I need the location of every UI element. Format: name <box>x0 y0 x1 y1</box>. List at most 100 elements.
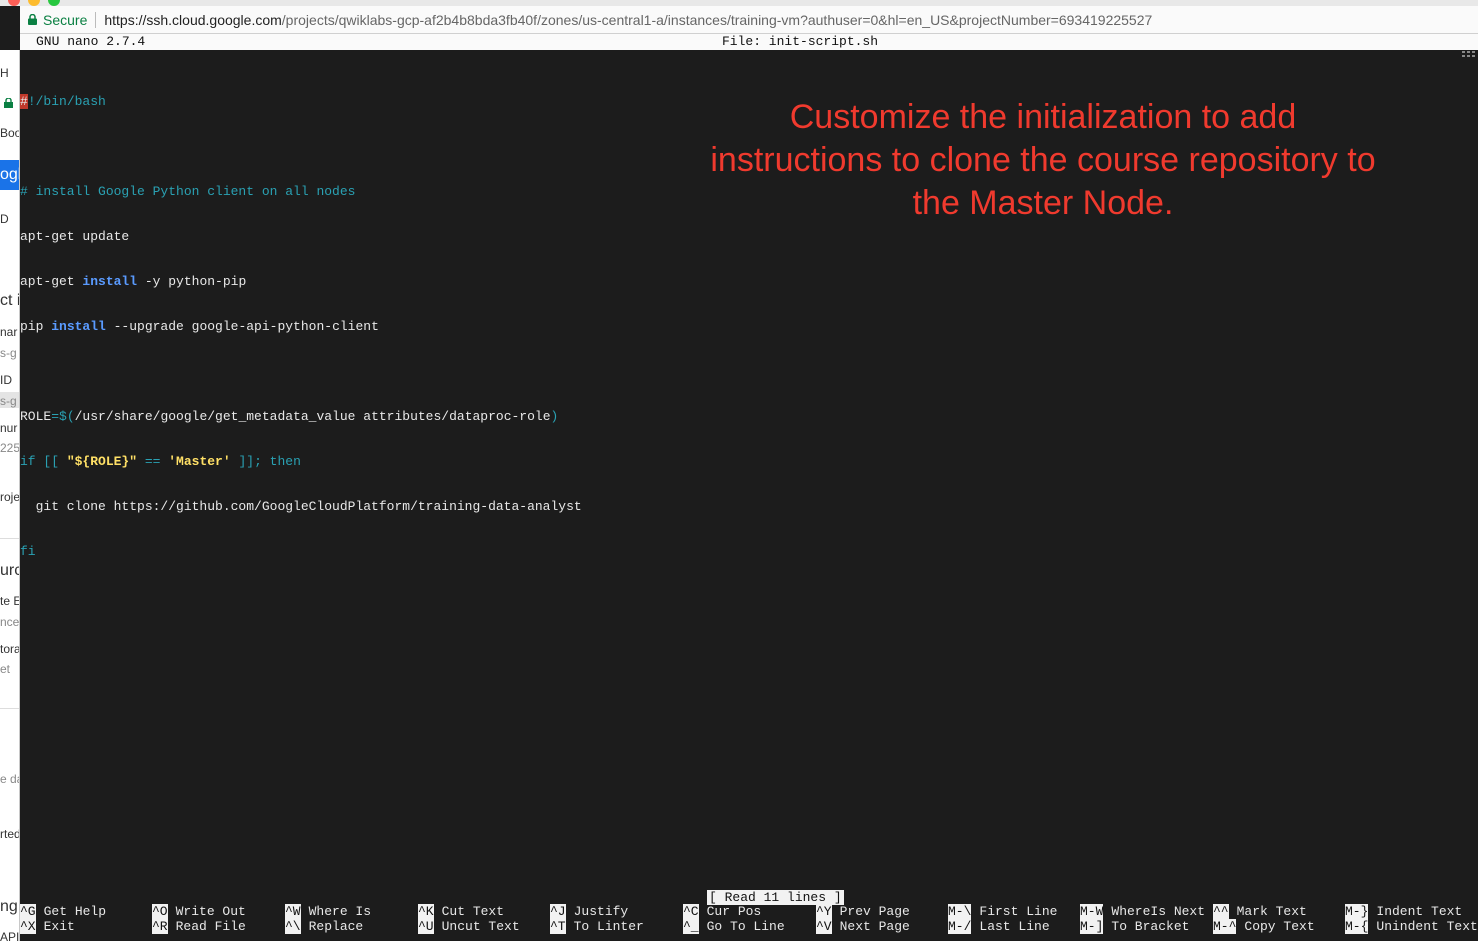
background-page-strip: H Boo ogl D ct i nar s-g ID s-g nur 225 … <box>0 50 20 941</box>
code-string: "${ROLE}" <box>66 454 138 469</box>
shortcut-label: Cut Text <box>441 904 505 919</box>
code-string: 'Master' <box>168 454 231 469</box>
shortcut-label: Read File <box>175 919 246 934</box>
shortcut-key: ^_ <box>683 919 699 934</box>
bg-text-fragment: API <box>0 930 20 941</box>
shortcut-key: ^U <box>418 919 434 934</box>
code-text: apt-get <box>20 274 83 289</box>
code-line: #!/bin/bash <box>20 94 660 109</box>
instruction-annotation: Customize the initialization to add inst… <box>668 96 1418 225</box>
code-text: git clone https://github.com/GoogleCloud… <box>20 499 582 514</box>
shortcut-item[interactable]: ^V Next Page <box>816 919 910 934</box>
code-line: apt-get install -y python-pip <box>20 274 660 289</box>
code-keyword: install <box>82 274 138 289</box>
code-operator: =$( <box>51 409 75 424</box>
code-comment: # install Google Python client on all no… <box>20 184 356 199</box>
bg-text-fragment: et <box>0 662 11 676</box>
shortcut-key: ^J <box>550 904 566 919</box>
nano-title-bar: GNU nano 2.7.4 File: init-script.sh <box>20 34 1478 50</box>
shortcut-item[interactable]: ^\ Replace <box>285 919 363 934</box>
close-window-icon[interactable] <box>8 0 20 6</box>
shortcut-item[interactable]: ^O Write Out <box>152 904 246 919</box>
code-keyword: fi <box>20 544 36 559</box>
bottom-edge <box>20 934 1478 941</box>
bg-text-fragment: Boo <box>0 126 20 140</box>
bg-text-fragment: nar <box>0 325 18 339</box>
bg-text-fragment: H <box>0 66 9 80</box>
shortcut-key: ^Y <box>816 904 832 919</box>
bg-text-fragment: rted <box>0 827 20 841</box>
shortcut-item[interactable]: M-\ First Line <box>948 904 1057 919</box>
bg-text-fragment: nce <box>0 615 20 629</box>
shortcut-key: ^R <box>152 919 168 934</box>
lock-icon <box>4 98 13 108</box>
shortcut-item[interactable]: ^G Get Help <box>20 904 106 919</box>
editor-buffer[interactable]: #!/bin/bash # install Google Python clie… <box>20 64 660 574</box>
shortcut-label: Exit <box>43 919 75 934</box>
code-text: /usr/share/google/get_metadata_value att… <box>74 409 551 424</box>
shortcut-label: To Linter <box>573 919 644 934</box>
shortcut-key: ^V <box>816 919 832 934</box>
url-path[interactable]: /projects/qwiklabs-gcp-af2b4b8bda3fb40f/… <box>282 12 1153 28</box>
code-line: pip install --upgrade google-api-python-… <box>20 319 660 334</box>
shortcut-label: WhereIs Next <box>1111 904 1206 919</box>
shortcut-item[interactable]: M-^ Copy Text <box>1213 919 1315 934</box>
shortcut-item[interactable]: M-W WhereIs Next <box>1080 904 1205 919</box>
nano-status-message: [ Read 11 lines ] <box>707 890 844 905</box>
shortcut-label: To Bracket <box>1111 919 1190 934</box>
code-keyword: ]]; then <box>230 454 301 469</box>
bg-text-fragment: te E <box>0 594 20 608</box>
bg-text-fragment: roje <box>0 490 20 504</box>
shortcut-label: Justify <box>573 904 629 919</box>
file-name-label: File: init-script.sh <box>722 34 879 49</box>
code-text: -y python-pip <box>137 274 247 289</box>
code-text: ROLE <box>20 409 52 424</box>
code-line: git clone https://github.com/GoogleCloud… <box>20 499 660 514</box>
shortcut-item[interactable]: M-/ Last Line <box>948 919 1050 934</box>
bg-text-fragment: ogl <box>0 166 20 183</box>
shortcut-key: M-W <box>1080 904 1104 919</box>
bg-text-fragment: ct i <box>0 292 20 309</box>
shortcut-item[interactable]: ^K Cut Text <box>418 904 504 919</box>
shortcut-key: M-\ <box>948 904 972 919</box>
bg-blue-tile: ogl <box>0 160 20 190</box>
shortcut-label: Write Out <box>175 904 246 919</box>
shortcut-item[interactable]: ^_ Go To Line <box>683 919 785 934</box>
code-text: !/bin/bash <box>27 94 106 109</box>
bg-text-fragment: s-g <box>0 394 17 408</box>
shortcut-item[interactable]: ^Y Prev Page <box>816 904 910 919</box>
shortcut-item[interactable]: ^J Justify <box>550 904 628 919</box>
code-line: if [[ "${ROLE}" == 'Master' ]]; then <box>20 454 660 469</box>
shortcut-key: M-/ <box>948 919 972 934</box>
shortcut-label: Unindent Text <box>1376 919 1478 934</box>
shortcut-item[interactable]: M-] To Bracket <box>1080 919 1189 934</box>
bg-text-fragment: 225 <box>0 441 20 455</box>
annotation-line: instructions to clone the course reposit… <box>710 141 1376 179</box>
bg-divider <box>0 708 19 709</box>
scroll-grip-icon[interactable] <box>1462 50 1476 60</box>
code-line: apt-get update <box>20 229 660 244</box>
shortcut-key: ^W <box>285 904 301 919</box>
shortcut-item[interactable]: M-{Unindent Text <box>1345 919 1478 934</box>
shortcut-label: Last Line <box>979 919 1050 934</box>
bg-text-fragment: urc <box>0 562 19 579</box>
shortcut-item[interactable]: ^^ Mark Text <box>1213 904 1307 919</box>
shortcut-key: M-^ <box>1213 919 1237 934</box>
bg-text-fragment: ID <box>0 373 12 387</box>
shortcut-item[interactable]: ^T To Linter <box>550 919 644 934</box>
bg-text-fragment: e da <box>0 772 19 786</box>
code-operator: == <box>137 454 169 469</box>
url-host[interactable]: https://ssh.cloud.google.com <box>104 12 281 28</box>
address-bar[interactable]: Secure https://ssh.cloud.google.com/proj… <box>20 6 1478 34</box>
code-text: pip <box>20 319 52 334</box>
shortcut-item[interactable]: ^C Cur Pos <box>683 904 761 919</box>
shortcut-item[interactable]: ^W Where Is <box>285 904 371 919</box>
shortcut-item[interactable]: ^U Uncut Text <box>418 919 520 934</box>
shortcut-item[interactable]: M-} Indent Text <box>1345 904 1462 919</box>
shortcut-label: Copy Text <box>1244 919 1315 934</box>
shortcut-label: Next Page <box>839 919 910 934</box>
shortcut-key: ^X <box>20 919 36 934</box>
shortcut-item[interactable]: ^R Read File <box>152 919 246 934</box>
shortcut-item[interactable]: ^X Exit <box>20 919 75 934</box>
